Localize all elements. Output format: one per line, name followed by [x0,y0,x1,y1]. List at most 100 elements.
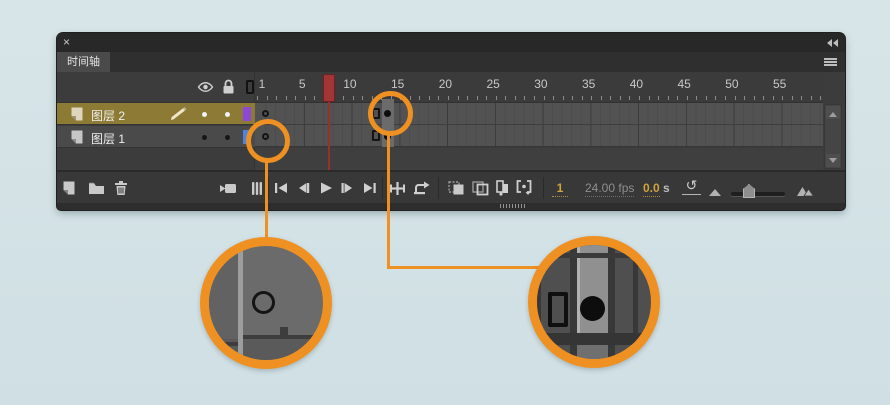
ruler-tick [486,96,487,100]
ruler-tick [524,96,525,100]
ruler-tick [601,96,602,100]
layer-visibility-dot[interactable] [202,135,207,140]
magnified-keyframe-dot [580,296,605,321]
ruler-tick [267,96,268,100]
step-forward-button[interactable] [337,179,357,197]
ruler-tick [801,96,802,100]
layer-outline-color-swatch[interactable] [243,107,251,121]
page-background: × 时间轴 [0,0,890,405]
layer-lock-dot[interactable] [225,135,230,140]
scroll-down-icon[interactable] [826,154,840,167]
playhead-handle[interactable] [323,74,335,102]
collapse-to-icons-icon[interactable] [827,39,838,47]
ruler-frame-label: 40 [630,77,643,91]
layer-row-2[interactable]: 图层 2 [57,103,255,125]
empty-keyframe-layer2-frame1[interactable] [262,110,269,117]
callout-connector-right-vertical [387,133,390,269]
ruler-tick [257,96,258,100]
scroll-up-icon[interactable] [826,106,840,119]
toolbar-separator [543,177,544,199]
ruler-frame-label: 1 [259,77,266,91]
zoom-out-icon[interactable] [709,189,721,196]
grip-dash [524,204,525,208]
reset-timeline-zoom-icon[interactable]: ↺ [682,178,701,195]
center-frame-button[interactable] [387,179,407,197]
new-layer-button[interactable] [59,179,79,197]
row-separator [255,124,823,125]
timeline-zoom-slider[interactable] [731,192,785,196]
current-frame-value[interactable]: 1 [552,181,568,197]
magnified-cell-border [238,246,243,360]
grip-dash [512,204,513,208]
ruler-tick [467,96,468,100]
ruler-frame-label: 35 [582,77,595,91]
close-icon[interactable]: × [63,35,70,49]
ruler-tick [782,96,783,100]
grip-dash [515,204,516,208]
magnifier-empty-keyframe [200,237,332,369]
loop-button[interactable] [412,179,432,197]
ruler-tick [515,96,516,100]
ruler-tick [706,96,707,100]
toolbar-separator [438,177,439,199]
ruler-tick [572,96,573,100]
lock-unlock-all-icon[interactable] [222,79,235,95]
layer-name[interactable]: 图层 2 [91,107,125,124]
ruler-tick [534,96,535,100]
layer-visibility-dot[interactable] [202,112,207,117]
layer-lock-dot[interactable] [225,112,230,117]
tab-timeline[interactable]: 时间轴 [57,52,110,72]
ruler-frame-label: 5 [299,77,306,91]
ruler-frame-label: 55 [773,77,786,91]
edit-multiple-frames-button[interactable] [492,179,512,197]
ruler-tick [438,96,439,100]
show-hide-all-icon[interactable] [197,81,214,93]
magnified-ruler-edge [537,253,651,258]
ruler-tick [429,96,430,100]
onion-skin-outlines-button[interactable] [470,179,490,197]
ruler-tick [658,96,659,100]
vertical-scrollbar[interactable] [824,104,842,169]
layer-name[interactable]: 图层 1 [91,130,125,147]
onion-skin-button[interactable] [446,179,466,197]
magnified-row-separator [537,333,651,345]
step-back-button[interactable] [293,179,313,197]
zoom-in-icon[interactable] [795,182,815,200]
zoom-slider-thumb[interactable] [743,184,755,198]
play-button[interactable] [315,179,335,197]
ruler-frame-label: 30 [534,77,547,91]
scrollbar-grip[interactable] [500,204,525,208]
panel-tabbar: 时间轴 [57,52,845,72]
frames-grid[interactable] [255,103,823,147]
show-parent-view-button[interactable] [247,179,267,197]
ruler-tick [553,96,554,100]
layer-row-1[interactable]: 图层 1 [57,126,255,148]
elapsed-time-value[interactable]: 0.0 s [643,181,670,195]
layer-page-icon [68,129,84,145]
grip-dash [500,204,501,208]
ruler-tick [629,96,630,100]
horizontal-scrollbar[interactable] [57,203,845,210]
delete-button[interactable] [111,179,131,197]
magnifier-keyframe [528,236,660,368]
go-to-last-frame-button[interactable] [359,179,379,197]
grip-dash [509,204,510,208]
outline-all-icon[interactable] [246,80,254,94]
frame-rate-value[interactable]: 24.00 fps [585,181,634,197]
ruler-tick [820,96,821,100]
grip-dash [503,204,504,208]
ruler-tick [591,96,592,100]
modify-markers-button[interactable] [514,179,534,197]
new-folder-button[interactable] [86,179,106,197]
ruler-frame-label: 45 [678,77,691,91]
toolbar-separator [268,177,269,199]
magnified-column-below [577,345,608,359]
frame-ruler[interactable]: 1510152025303540455055 [255,72,823,103]
ruler-tick [496,96,497,100]
ruler-frame-label: 10 [343,77,356,91]
add-camera-button[interactable] [218,179,238,197]
panel-menu-icon[interactable] [824,58,837,67]
go-to-first-frame-button[interactable] [271,179,291,197]
ruler-tick [314,96,315,100]
magnified-row-separator [238,335,323,339]
